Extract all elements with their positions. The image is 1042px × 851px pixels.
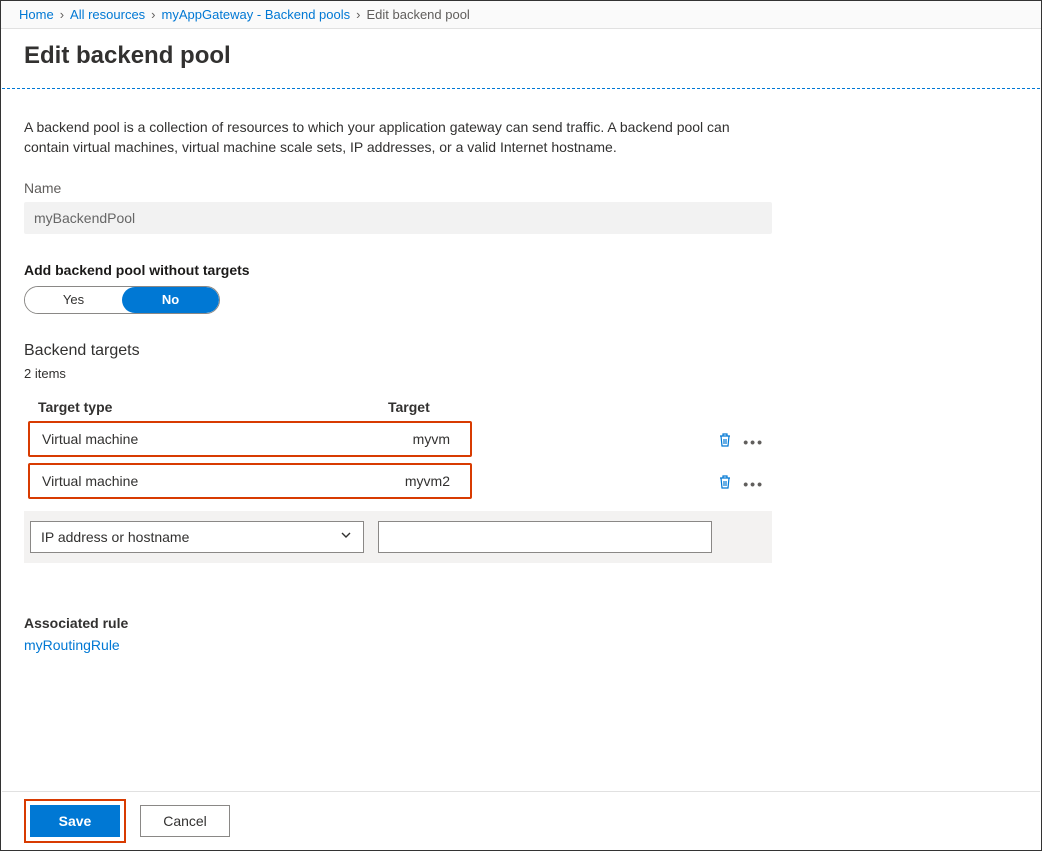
separator	[2, 88, 1040, 89]
target-type-dropdown[interactable]: IP address or hostname	[30, 521, 364, 553]
without-targets-toggle[interactable]: Yes No	[24, 286, 220, 314]
toggle-no[interactable]: No	[122, 287, 219, 313]
breadcrumb: Home › All resources › myAppGateway - Ba…	[1, 1, 1041, 29]
more-icon[interactable]: •••	[743, 434, 764, 450]
breadcrumb-home[interactable]: Home	[19, 7, 54, 22]
table-row: Virtual machine myvm2	[28, 463, 472, 499]
chevron-right-icon: ›	[356, 7, 360, 22]
page-title: Edit backend pool	[2, 30, 1040, 88]
associated-rule-section: Associated rule myRoutingRule	[24, 615, 1018, 653]
without-targets-label: Add backend pool without targets	[24, 262, 1018, 278]
breadcrumb-gateway-pools[interactable]: myAppGateway - Backend pools	[162, 7, 351, 22]
target-input[interactable]	[378, 521, 712, 553]
dropdown-value: IP address or hostname	[41, 529, 189, 545]
name-input	[24, 202, 772, 234]
cancel-button[interactable]: Cancel	[140, 805, 230, 837]
table-row: Virtual machine myvm	[28, 421, 472, 457]
associated-rule-label: Associated rule	[24, 615, 1018, 631]
chevron-right-icon: ›	[151, 7, 155, 22]
page-description: A backend pool is a collection of resour…	[24, 117, 744, 158]
footer: Save Cancel	[2, 791, 1040, 849]
targets-header: Target type Target	[24, 393, 772, 421]
associated-rule-link[interactable]: myRoutingRule	[24, 637, 120, 653]
trash-icon[interactable]	[717, 432, 733, 451]
trash-icon[interactable]	[717, 474, 733, 493]
row-type: Virtual machine	[42, 473, 352, 489]
chevron-right-icon: ›	[60, 7, 64, 22]
breadcrumb-all-resources[interactable]: All resources	[70, 7, 145, 22]
name-label: Name	[24, 180, 1018, 196]
new-target-row: IP address or hostname	[24, 511, 772, 563]
row-target: myvm2	[352, 473, 458, 489]
breadcrumb-current: Edit backend pool	[366, 7, 469, 22]
row-target: myvm	[352, 431, 458, 447]
more-icon[interactable]: •••	[743, 476, 764, 492]
header-target-type: Target type	[38, 399, 388, 415]
save-button[interactable]: Save	[30, 805, 120, 837]
row-type: Virtual machine	[42, 431, 352, 447]
header-target: Target	[388, 399, 708, 415]
targets-table: Target type Target Virtual machine myvm …	[24, 393, 772, 563]
backend-targets-title: Backend targets	[24, 342, 1018, 360]
items-count: 2 items	[24, 366, 1018, 381]
chevron-down-icon	[339, 528, 353, 545]
toggle-yes[interactable]: Yes	[25, 287, 122, 313]
